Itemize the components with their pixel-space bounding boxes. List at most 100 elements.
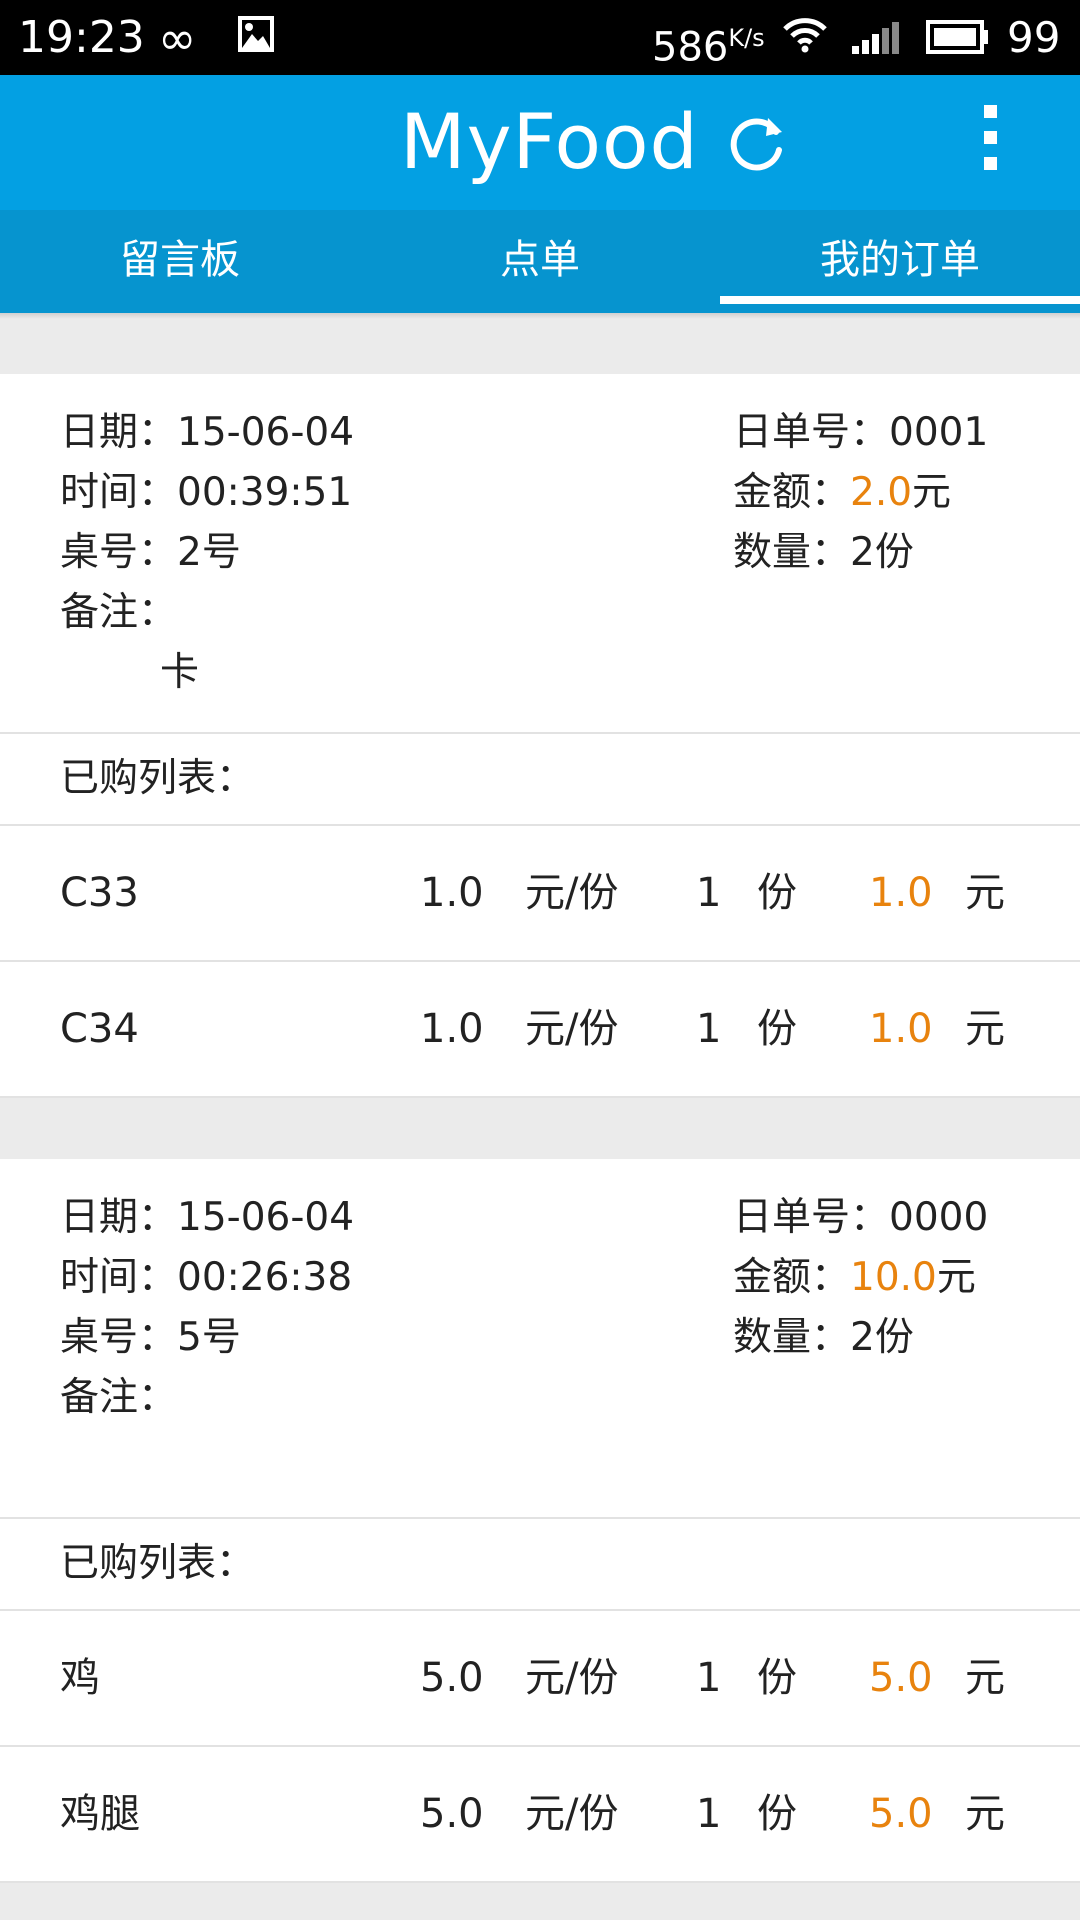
list-item[interactable]: C34 1.0 元/份 1 份 1.0 元: [0, 962, 1080, 1098]
date-label: 日期：: [60, 410, 178, 455]
item-quantity-unit: 份: [757, 1655, 797, 1701]
item-total: 5.0: [869, 1655, 933, 1701]
time-value: 00:26:38: [177, 1255, 353, 1300]
item-quantity-unit: 份: [757, 1791, 797, 1837]
item-total: 1.0: [869, 1006, 933, 1052]
item-price: 1.0: [420, 1006, 484, 1052]
cell-signal-icon: [850, 20, 906, 60]
app-title: MyFood: [400, 97, 699, 186]
status-time: 19:23: [18, 12, 145, 63]
item-name: C33: [60, 870, 139, 916]
amount-label: 金额：: [733, 1255, 851, 1300]
order-number: 日单号：0001: [733, 403, 988, 463]
order-amount: 金额：10.0元: [733, 1248, 976, 1308]
item-name: C34: [60, 1006, 139, 1052]
item-currency: 元: [965, 1791, 1005, 1837]
item-name: 鸡: [60, 1655, 100, 1701]
time-value: 00:39:51: [177, 470, 353, 515]
tab-my-orders[interactable]: 我的订单: [720, 210, 1080, 313]
network-speed-value: 586: [652, 24, 729, 71]
order-amount: 金额：2.0元: [733, 463, 951, 523]
item-price: 1.0: [420, 870, 484, 916]
date-value: 15-06-04: [177, 410, 355, 455]
tab-label: 我的订单: [820, 237, 980, 283]
order-note-label: 备注：: [60, 590, 178, 635]
order-table: 桌号：2号: [60, 523, 241, 583]
table-value: 5号: [177, 1315, 241, 1360]
order-time: 时间：00:39:51: [60, 463, 352, 523]
amount-unit: 元: [936, 1255, 976, 1300]
app-bar: MyFood: [0, 75, 1080, 210]
order-date: 日期：15-06-04: [60, 403, 354, 463]
item-price-unit: 元/份: [525, 1006, 619, 1052]
table-label: 桌号：: [60, 530, 178, 575]
order-header: 日期：15-06-04 时间：00:39:51 桌号：2号 备注： 卡 日单号：…: [0, 374, 1080, 734]
order-table: 桌号：5号: [60, 1308, 241, 1368]
item-price-unit: 元/份: [525, 1791, 619, 1837]
order-card: 日期：15-06-04 时间：00:39:51 桌号：2号 备注： 卡 日单号：…: [0, 374, 1080, 1098]
item-currency: 元: [965, 870, 1005, 916]
time-label: 时间：: [60, 470, 178, 515]
status-bar: 19:23 ∞ 586K/s 99: [0, 0, 1080, 75]
order-number-value: 0001: [889, 410, 989, 455]
amount-value: 10.0: [850, 1255, 937, 1300]
network-speed-unit: K/s: [728, 24, 765, 52]
list-item[interactable]: 鸡 5.0 元/份 1 份 5.0 元: [0, 1611, 1080, 1747]
battery-icon: [926, 20, 990, 58]
tab-bar: 留言板 点单 我的订单: [0, 210, 1080, 313]
tab-label: 留言板: [120, 237, 240, 283]
tab-order[interactable]: 点单: [360, 210, 720, 313]
purchased-list-label: 已购列表：: [60, 1541, 256, 1586]
count-value: 2份: [850, 530, 914, 575]
count-label: 数量：: [733, 1315, 851, 1360]
order-card: 日期：15-06-04 时间：00:26:38 桌号：5号 备注： 日单号：00…: [0, 1159, 1080, 1883]
network-speed: 586K/s: [652, 12, 765, 73]
image-notification-icon: [236, 14, 276, 58]
item-price: 5.0: [420, 1655, 484, 1701]
amount-unit: 元: [912, 470, 952, 515]
item-quantity-unit: 份: [757, 870, 797, 916]
tab-active-indicator: [720, 296, 1080, 304]
infinity-icon: ∞: [158, 11, 197, 65]
tab-bar-shadow: [0, 313, 1080, 319]
battery-level: 99: [1007, 13, 1061, 62]
item-price-unit: 元/份: [525, 870, 619, 916]
count-value: 2份: [850, 1315, 914, 1360]
purchased-list-label: 已购列表：: [60, 756, 256, 801]
refresh-icon[interactable]: [724, 110, 790, 176]
item-quantity-unit: 份: [757, 1006, 797, 1052]
order-header: 日期：15-06-04 时间：00:26:38 桌号：5号 备注： 日单号：00…: [0, 1159, 1080, 1519]
amount-label: 金额：: [733, 470, 851, 515]
date-value: 15-06-04: [177, 1195, 355, 1240]
time-label: 时间：: [60, 1255, 178, 1300]
order-date: 日期：15-06-04: [60, 1188, 354, 1248]
item-quantity: 1: [696, 870, 722, 916]
list-item[interactable]: C33 1.0 元/份 1 份 1.0 元: [0, 826, 1080, 962]
item-total: 5.0: [869, 1791, 933, 1837]
table-label: 桌号：: [60, 1315, 178, 1360]
order-note-value: 卡: [160, 650, 200, 695]
order-number: 日单号：0000: [733, 1188, 988, 1248]
purchased-list-header: 已购列表：: [0, 1519, 1080, 1611]
date-label: 日期：: [60, 1195, 178, 1240]
order-number-label: 日单号：: [733, 1195, 890, 1240]
item-currency: 元: [965, 1655, 1005, 1701]
order-count: 数量：2份: [733, 1308, 914, 1368]
order-time: 时间：00:26:38: [60, 1248, 352, 1308]
order-note-label: 备注：: [60, 1375, 178, 1420]
item-quantity: 1: [696, 1655, 722, 1701]
item-quantity: 1: [696, 1006, 722, 1052]
tab-message-board[interactable]: 留言板: [0, 210, 360, 313]
count-label: 数量：: [733, 530, 851, 575]
item-name: 鸡腿: [60, 1791, 140, 1837]
item-price: 5.0: [420, 1791, 484, 1837]
list-item[interactable]: 鸡腿 5.0 元/份 1 份 5.0 元: [0, 1747, 1080, 1883]
overflow-menu-icon[interactable]: [970, 105, 1010, 181]
order-count: 数量：2份: [733, 523, 914, 583]
item-currency: 元: [965, 1006, 1005, 1052]
order-number-label: 日单号：: [733, 410, 890, 455]
item-price-unit: 元/份: [525, 1655, 619, 1701]
tab-label: 点单: [500, 237, 580, 283]
wifi-icon: [782, 18, 828, 58]
item-quantity: 1: [696, 1791, 722, 1837]
